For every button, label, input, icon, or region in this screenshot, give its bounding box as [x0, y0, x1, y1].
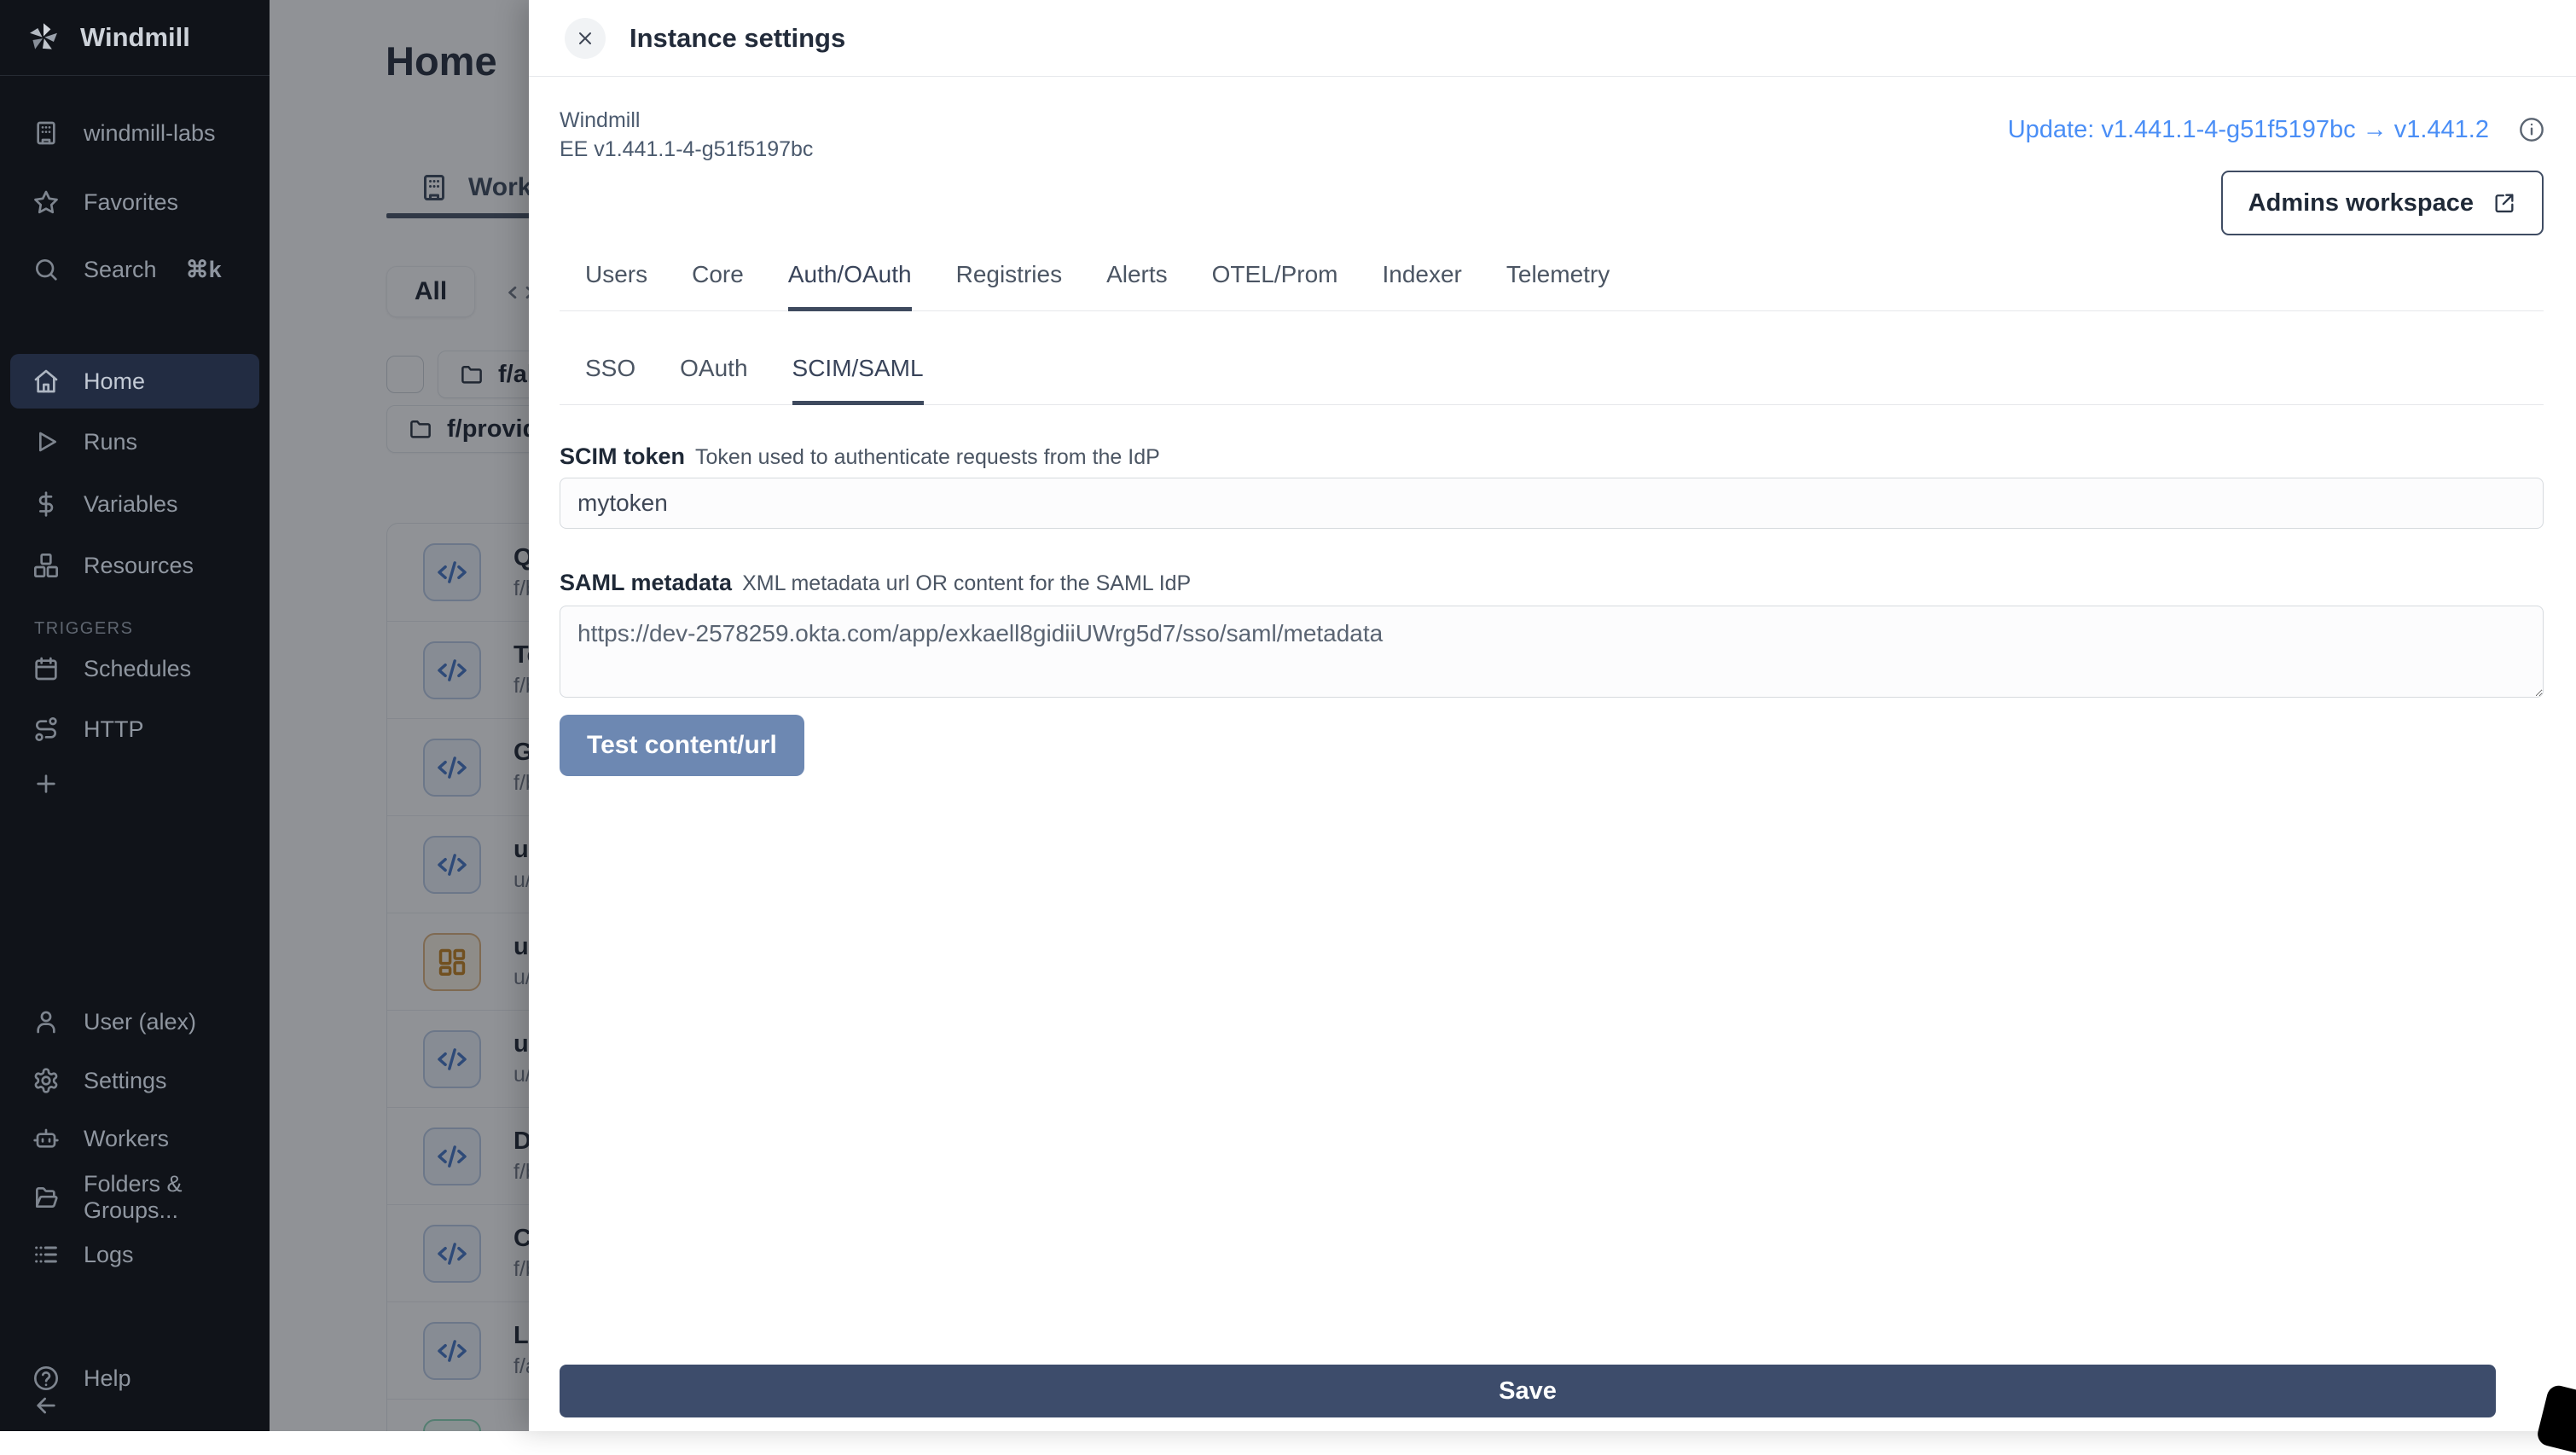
- admins-workspace-label: Admins workspace: [2248, 189, 2474, 217]
- tab-alerts[interactable]: Alerts: [1106, 261, 1168, 311]
- saml-metadata-label-text: SAML metadata: [560, 570, 732, 595]
- sidebar-item-label: Schedules: [84, 656, 191, 682]
- tab-registries[interactable]: Registries: [956, 261, 1062, 311]
- plus-icon: [32, 770, 60, 797]
- boxes-icon: [32, 552, 60, 579]
- sidebar-item-workers[interactable]: Workers: [0, 1111, 270, 1166]
- subtab-sso[interactable]: SSO: [585, 355, 635, 405]
- folder-open-icon: [32, 1184, 60, 1211]
- app-logo[interactable]: Windmill: [0, 0, 270, 76]
- subtab-scim-saml[interactable]: SCIM/SAML: [792, 355, 924, 405]
- subtab-oauth[interactable]: OAuth: [680, 355, 747, 405]
- sidebar-item-label: Resources: [84, 553, 194, 579]
- list-icon: [32, 1241, 60, 1268]
- calendar-icon: [32, 655, 60, 682]
- star-icon: [32, 188, 60, 216]
- close-icon: [575, 28, 595, 49]
- auth-subtabs: SSO OAuth SCIM/SAML: [560, 355, 2544, 405]
- gear-icon: [32, 1067, 60, 1094]
- user-icon: [32, 1008, 60, 1035]
- sidebar-item-runs[interactable]: Runs: [0, 414, 270, 469]
- update-link[interactable]: Update: v1.441.1-4-g51f5197bc → v1.441.2: [2008, 116, 2489, 144]
- test-content-url-button[interactable]: Test content/url: [560, 715, 804, 776]
- app-name: Windmill: [80, 22, 190, 53]
- bot-icon: [32, 1125, 60, 1152]
- sidebar-item-workspace[interactable]: windmill-labs: [0, 106, 270, 160]
- external-link-icon: [2492, 191, 2516, 215]
- search-icon: [32, 256, 60, 283]
- sidebar-item-home[interactable]: Home: [10, 354, 259, 409]
- windmill-logo-icon: [26, 20, 61, 55]
- sidebar-item-label: Runs: [84, 429, 137, 455]
- sidebar-item-label: Variables: [84, 491, 178, 518]
- arrow-left-icon: [32, 1392, 60, 1419]
- sidebar-item-user[interactable]: User (alex): [0, 994, 270, 1049]
- collapse-sidebar-button[interactable]: [0, 1378, 270, 1433]
- add-trigger-button[interactable]: [0, 756, 270, 811]
- sidebar: Windmill windmill-labs Favorites Search …: [0, 0, 270, 1431]
- sidebar-item-label: HTTP: [84, 716, 144, 743]
- sidebar-item-label: User (alex): [84, 1009, 196, 1035]
- sidebar-item-label: Workers: [84, 1126, 169, 1152]
- tab-auth-oauth[interactable]: Auth/OAuth: [788, 261, 912, 311]
- sidebar-item-label: Logs: [84, 1242, 134, 1268]
- instance-settings-drawer: Instance settings Windmill EE v1.441.1-4…: [529, 0, 2576, 1431]
- save-button[interactable]: Save: [560, 1365, 2496, 1417]
- sidebar-item-label: windmill-labs: [84, 120, 216, 147]
- sidebar-item-label: Search: [84, 257, 157, 283]
- saml-metadata-description: XML metadata url OR content for the SAML…: [742, 571, 1191, 595]
- app-name-text: Windmill: [560, 106, 813, 135]
- sidebar-item-folders-groups[interactable]: Folders & Groups...: [0, 1170, 270, 1225]
- sidebar-item-label: Home: [84, 368, 145, 395]
- saml-metadata-label: SAML metadata XML metadata url OR content…: [560, 570, 1191, 596]
- drawer-header: Instance settings: [529, 0, 2576, 77]
- saml-metadata-textarea[interactable]: https://dev-2578259.okta.com/app/exkaell…: [560, 606, 2544, 698]
- sidebar-item-logs[interactable]: Logs: [0, 1227, 270, 1282]
- admins-workspace-button[interactable]: Admins workspace: [2221, 171, 2544, 235]
- settings-tabs: Users Core Auth/OAuth Registries Alerts …: [560, 261, 2544, 311]
- sidebar-item-label: Favorites: [84, 189, 178, 216]
- building-icon: [32, 119, 60, 147]
- search-shortcut: ⌘k: [186, 257, 222, 283]
- close-button[interactable]: [565, 18, 606, 59]
- dollar-icon: [32, 490, 60, 518]
- version-text: EE v1.441.1-4-g51f5197bc: [560, 135, 813, 164]
- tab-telemetry[interactable]: Telemetry: [1506, 261, 1610, 311]
- scim-token-description: Token used to authenticate requests from…: [695, 445, 1160, 469]
- version-info: Windmill EE v1.441.1-4-g51f5197bc: [560, 106, 813, 164]
- sidebar-item-favorites[interactable]: Favorites: [0, 175, 270, 229]
- scim-token-label-text: SCIM token: [560, 443, 685, 469]
- home-icon: [32, 368, 60, 395]
- drawer-title: Instance settings: [629, 23, 845, 54]
- sidebar-item-settings[interactable]: Settings: [0, 1053, 270, 1108]
- tab-core[interactable]: Core: [692, 261, 744, 311]
- sidebar-item-label: Settings: [84, 1068, 167, 1094]
- sidebar-item-schedules[interactable]: Schedules: [0, 641, 270, 696]
- sidebar-item-http[interactable]: HTTP: [0, 702, 270, 756]
- play-icon: [32, 428, 60, 455]
- sidebar-item-label: Folders & Groups...: [84, 1171, 270, 1224]
- info-icon[interactable]: [2518, 116, 2545, 143]
- tab-otel-prom[interactable]: OTEL/Prom: [1212, 261, 1338, 311]
- sidebar-item-resources[interactable]: Resources: [0, 538, 270, 593]
- scim-token-label: SCIM token Token used to authenticate req…: [560, 443, 1160, 470]
- tab-users[interactable]: Users: [585, 261, 647, 311]
- triggers-section-label: TRIGGERS: [34, 619, 133, 639]
- tab-indexer[interactable]: Indexer: [1382, 261, 1461, 311]
- sidebar-item-search[interactable]: Search ⌘k: [0, 242, 270, 297]
- scim-token-input[interactable]: [560, 478, 2544, 529]
- sidebar-item-variables[interactable]: Variables: [0, 477, 270, 531]
- route-icon: [32, 716, 60, 743]
